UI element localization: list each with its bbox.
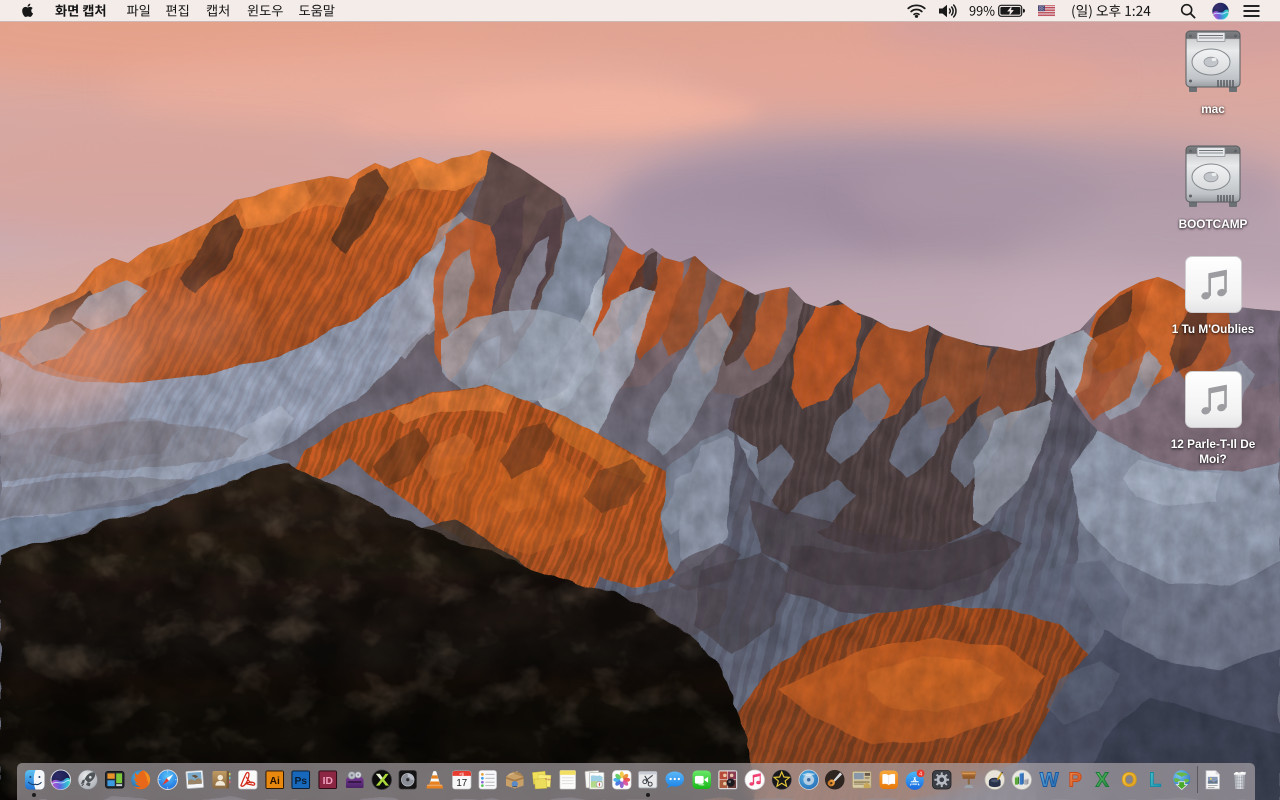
svg-text:ID: ID: [323, 776, 333, 787]
svg-text:X: X: [1096, 769, 1110, 790]
svg-text:Ai: Ai: [269, 776, 279, 787]
svg-text:Ps: Ps: [295, 776, 308, 787]
svg-text:P: P: [1069, 769, 1082, 790]
svg-text:Pages: Pages: [544, 778, 552, 782]
svg-text:L: L: [1150, 769, 1162, 790]
svg-text:4: 4: [919, 771, 922, 777]
svg-text:O: O: [1121, 769, 1137, 790]
svg-text:W: W: [1040, 769, 1059, 790]
svg-text:17: 17: [456, 778, 467, 789]
svg-text:6월: 6월: [459, 771, 464, 776]
